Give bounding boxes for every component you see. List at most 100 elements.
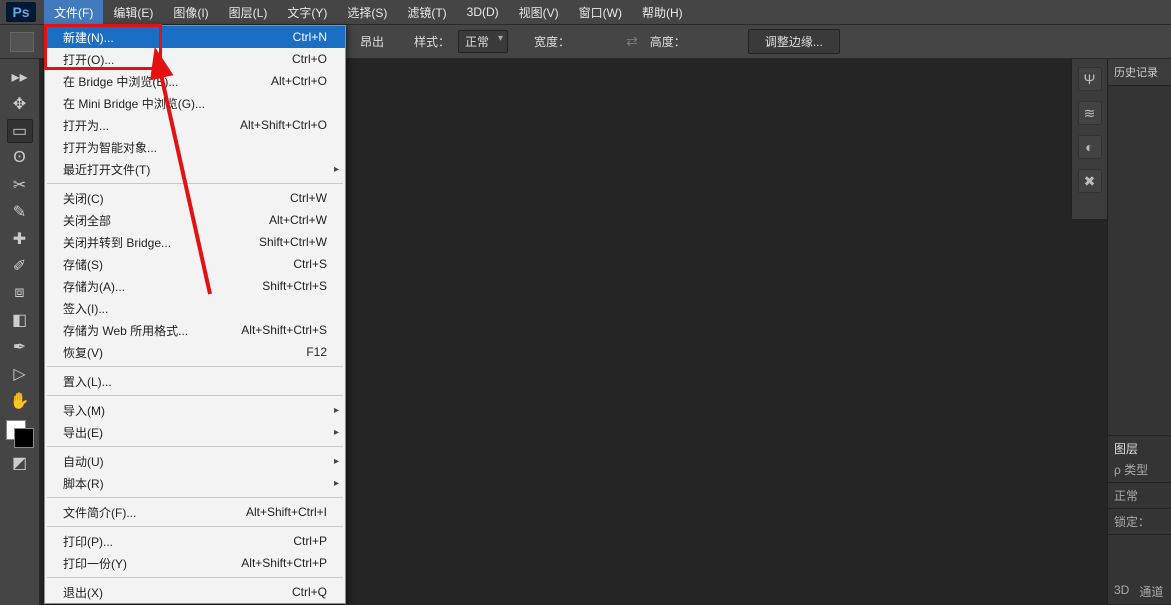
- menu-recent-label: 最近打开文件(T): [63, 161, 150, 178]
- menu-file-info[interactable]: 文件简介(F)... Alt+Shift+Ctrl+I: [45, 501, 345, 523]
- menu-close-label: 关闭(C): [63, 190, 104, 207]
- menu-import-label: 导入(M): [63, 402, 105, 419]
- menu-revert-shortcut: F12: [306, 345, 327, 359]
- menu-save[interactable]: 存储(S) Ctrl+S: [45, 253, 345, 275]
- panel-channels-tab[interactable]: 通道: [1139, 583, 1163, 600]
- properties-panel-icon[interactable]: ✖: [1078, 169, 1102, 193]
- menu-close-all-shortcut: Alt+Ctrl+W: [269, 213, 327, 227]
- menu-separator: [47, 526, 343, 527]
- menu-open-shortcut: Ctrl+O: [292, 52, 327, 66]
- rect-marquee-tool[interactable]: ▭: [7, 119, 33, 143]
- menu-print-one[interactable]: 打印一份(Y) Alt+Shift+Ctrl+P: [45, 552, 345, 574]
- menu-exit-label: 退出(X): [63, 584, 103, 601]
- menu-place[interactable]: 置入(L)...: [45, 370, 345, 392]
- menu-save-as-shortcut: Shift+Ctrl+S: [262, 279, 327, 293]
- menu-recent[interactable]: 最近打开文件(T): [45, 158, 345, 180]
- menu-open[interactable]: 打开(O)... Ctrl+O: [45, 48, 345, 70]
- menu-import[interactable]: 导入(M): [45, 399, 345, 421]
- menu-checkin-label: 签入(I)...: [63, 300, 108, 317]
- menu-scripts[interactable]: 脚本(R): [45, 472, 345, 494]
- brush-tool[interactable]: ✐: [7, 254, 33, 278]
- menu-checkin[interactable]: 签入(I)...: [45, 297, 345, 319]
- color-swatches[interactable]: [6, 420, 34, 448]
- menu-separator: [47, 497, 343, 498]
- tools-panel: ▸▸ ✥ ▭ ʘ ✂ ✎ ✚ ✐ ⧈ ◧ ✒ ▷ ✋ ◩: [0, 59, 40, 605]
- layers-kind-row[interactable]: ρ 类型: [1114, 461, 1165, 478]
- layers-panel-tab[interactable]: 图层: [1114, 440, 1165, 457]
- menu-open-label: 打开(O)...: [63, 51, 114, 68]
- menu-close-all[interactable]: 关闭全部 Alt+Ctrl+W: [45, 209, 345, 231]
- swap-wh-icon[interactable]: ⇄: [622, 33, 642, 50]
- menu-revert-label: 恢复(V): [63, 344, 103, 361]
- menu-save-label: 存储(S): [63, 256, 103, 273]
- width-label: 宽度：: [534, 33, 570, 50]
- hand-tool[interactable]: ✋: [7, 389, 33, 413]
- panel-3d-tab[interactable]: 3D: [1114, 583, 1129, 600]
- menu-open-as[interactable]: 打开为... Alt+Shift+Ctrl+O: [45, 114, 345, 136]
- tool-preset-swatch[interactable]: [10, 32, 34, 52]
- move-tool[interactable]: ✥: [7, 92, 33, 116]
- menu-export[interactable]: 导出(E): [45, 421, 345, 443]
- refine-edge-button[interactable]: 调整边缘...: [748, 29, 840, 54]
- menu-view[interactable]: 视图(V): [509, 0, 569, 25]
- layers-lock-label: 锁定：: [1114, 513, 1165, 530]
- menu-new[interactable]: 新建(N)... Ctrl+N: [45, 26, 345, 48]
- right-icon-column: Ψ ≋ ◐ ✖: [1071, 59, 1107, 219]
- crop-tool[interactable]: ✂: [7, 173, 33, 197]
- menu-image[interactable]: 图像(I): [163, 0, 218, 25]
- hidden-peek-label: 昂出: [360, 33, 384, 50]
- quickmask-tool[interactable]: ◩: [7, 451, 33, 475]
- style-select[interactable]: 正常: [458, 30, 508, 53]
- menu-save-web-shortcut: Alt+Shift+Ctrl+S: [241, 323, 327, 337]
- menu-open-as-shortcut: Alt+Shift+Ctrl+O: [240, 118, 327, 132]
- eraser-tool[interactable]: ◧: [7, 308, 33, 332]
- menu-help[interactable]: 帮助(H): [632, 0, 693, 25]
- menu-3d[interactable]: 3D(D): [457, 1, 509, 23]
- menu-print[interactable]: 打印(P)... Ctrl+P: [45, 530, 345, 552]
- menu-file[interactable]: 文件(F): [44, 0, 103, 25]
- menu-print-label: 打印(P)...: [63, 533, 113, 550]
- menu-browse-minibridge[interactable]: 在 Mini Bridge 中浏览(G)...: [45, 92, 345, 114]
- menu-file-info-label: 文件简介(F)...: [63, 504, 136, 521]
- menu-text[interactable]: 文字(Y): [277, 0, 337, 25]
- adjustments-panel-icon[interactable]: ◐: [1078, 135, 1102, 159]
- menu-edit[interactable]: 编辑(E): [103, 0, 163, 25]
- right-panels: 历史记录 图层 ρ 类型 正常 锁定： 3D 通道: [1107, 59, 1171, 605]
- brush-panel-icon[interactable]: Ψ: [1078, 67, 1102, 91]
- menu-open-smart[interactable]: 打开为智能对象...: [45, 136, 345, 158]
- menu-select[interactable]: 选择(S): [337, 0, 397, 25]
- menu-export-label: 导出(E): [63, 424, 103, 441]
- collapse-tools-icon[interactable]: ▸▸: [7, 65, 33, 89]
- clone-stamp-tool[interactable]: ⧈: [7, 281, 33, 305]
- pen-tool[interactable]: ✒: [7, 335, 33, 359]
- lasso-tool[interactable]: ʘ: [7, 146, 33, 170]
- menu-separator: [47, 183, 343, 184]
- background-color[interactable]: [14, 428, 34, 448]
- menu-automate[interactable]: 自动(U): [45, 450, 345, 472]
- menu-place-label: 置入(L)...: [63, 373, 112, 390]
- menu-browse-minibridge-label: 在 Mini Bridge 中浏览(G)...: [63, 95, 205, 112]
- menu-exit[interactable]: 退出(X) Ctrl+Q: [45, 581, 345, 603]
- style-label: 样式：: [414, 33, 450, 50]
- menu-window[interactable]: 窗口(W): [569, 0, 632, 25]
- healing-brush-tool[interactable]: ✚: [7, 227, 33, 251]
- menu-close[interactable]: 关闭(C) Ctrl+W: [45, 187, 345, 209]
- menu-print-shortcut: Ctrl+P: [293, 534, 327, 548]
- menu-filter[interactable]: 滤镜(T): [397, 0, 456, 25]
- eyedropper-tool[interactable]: ✎: [7, 200, 33, 224]
- menu-scripts-label: 脚本(R): [63, 475, 104, 492]
- menu-save-web-label: 存储为 Web 所用格式...: [63, 322, 188, 339]
- menu-browse-bridge[interactable]: 在 Bridge 中浏览(B)... Alt+Ctrl+O: [45, 70, 345, 92]
- menu-save-shortcut: Ctrl+S: [293, 257, 327, 271]
- menu-file-info-shortcut: Alt+Shift+Ctrl+I: [246, 505, 327, 519]
- menu-save-web[interactable]: 存储为 Web 所用格式... Alt+Shift+Ctrl+S: [45, 319, 345, 341]
- menu-revert[interactable]: 恢复(V) F12: [45, 341, 345, 363]
- path-select-tool[interactable]: ▷: [7, 362, 33, 386]
- history-panel-tab[interactable]: 历史记录: [1108, 59, 1171, 86]
- menu-save-as[interactable]: 存储为(A)... Shift+Ctrl+S: [45, 275, 345, 297]
- menu-close-bridge[interactable]: 关闭并转到 Bridge... Shift+Ctrl+W: [45, 231, 345, 253]
- app-logo: Ps: [6, 2, 36, 22]
- layers-blend-mode[interactable]: 正常: [1114, 487, 1165, 504]
- swatches-panel-icon[interactable]: ≋: [1078, 101, 1102, 125]
- menu-layer[interactable]: 图层(L): [219, 0, 278, 25]
